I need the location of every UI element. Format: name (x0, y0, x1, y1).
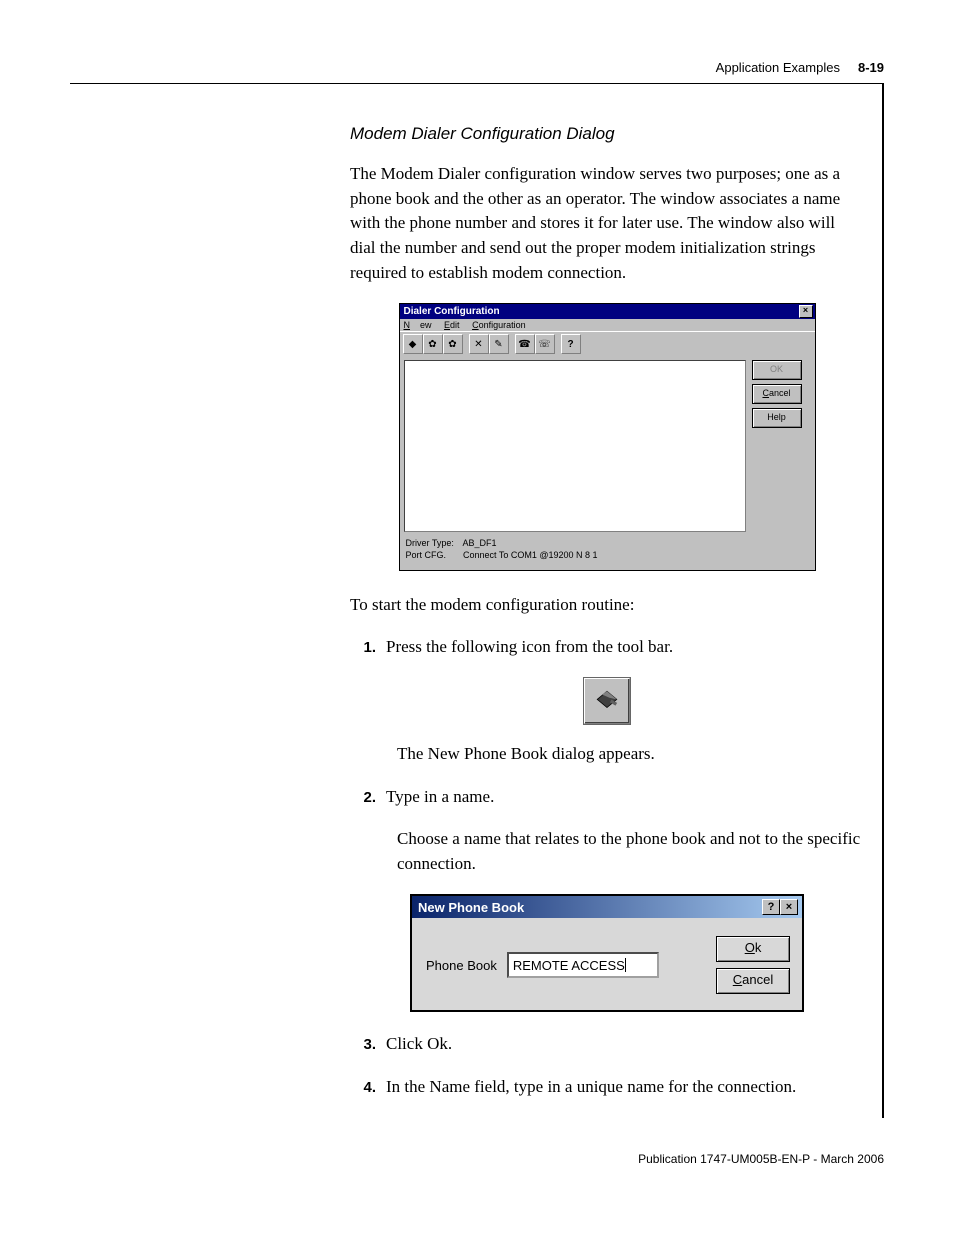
step-num-1: 1. (350, 635, 376, 660)
menu-configuration[interactable]: Configuration (472, 320, 526, 330)
port-cfg-value: Connect To COM1 @19200 N 8 1 (463, 550, 598, 560)
intro-paragraph: The Modem Dialer configuration window se… (350, 162, 864, 285)
phonebook-input-value: REMOTE ACCESS (513, 958, 625, 973)
toolbar-btn-delete[interactable]: ✕ (469, 334, 489, 354)
phonebook-ok-button[interactable]: Ok (716, 936, 790, 962)
dialer-title: Dialer Configuration (404, 306, 500, 317)
footer-publication: Publication 1747-UM005B-EN-P - March 200… (70, 1152, 884, 1166)
driver-type-label: Driver Type: (406, 538, 461, 550)
dialer-config-dialog: Dialer Configuration × New Edit Configur… (399, 303, 816, 570)
header-section: Application Examples (716, 60, 840, 75)
dialer-menubar: New Edit Configuration (400, 319, 815, 331)
step-num-4: 4. (350, 1075, 376, 1100)
phonebook-titlebar: New Phone Book ? × (412, 896, 802, 918)
dialer-statusbar: Driver Type: AB_DF1 Port CFG. Connect To… (400, 536, 815, 569)
close-icon[interactable]: × (799, 305, 813, 318)
toolbar-btn-7[interactable]: ☏ (535, 334, 555, 354)
dialer-listbox[interactable] (404, 360, 746, 532)
toolbar-btn-3[interactable]: ✿ (443, 334, 463, 354)
toolbar-btn-help[interactable]: ? (561, 334, 581, 354)
phonebook-label: Phone Book (426, 958, 497, 973)
toolbar-btn-5[interactable]: ✎ (489, 334, 509, 354)
section-subhead: Modem Dialer Configuration Dialog (350, 124, 864, 144)
close-icon[interactable]: × (780, 899, 798, 915)
port-cfg-label: Port CFG. (406, 550, 461, 562)
toolbar-btn-6[interactable]: ☎ (515, 334, 535, 354)
dialer-titlebar: Dialer Configuration × (400, 304, 815, 319)
phonebook-cancel-button[interactable]: Cancel (716, 968, 790, 994)
help-icon[interactable]: ? (762, 899, 780, 915)
menu-edit[interactable]: Edit (444, 320, 460, 330)
toolbar-btn-1[interactable]: ◆ (403, 334, 423, 354)
step-3-text: Click Ok. (386, 1032, 864, 1057)
new-phone-book-dialog: New Phone Book ? × Phone Book REMOTE ACC… (410, 894, 804, 1012)
cancel-button[interactable]: Cancel (752, 384, 802, 404)
step-4-text: In the Name field, type in a unique name… (386, 1075, 864, 1100)
phonebook-input[interactable]: REMOTE ACCESS (507, 952, 659, 978)
step-2-note: Choose a name that relates to the phone … (397, 827, 864, 876)
lead-text: To start the modem configuration routine… (350, 593, 864, 618)
step-num-3: 3. (350, 1032, 376, 1057)
step-1-result: The New Phone Book dialog appears. (397, 742, 864, 767)
phonebook-title: New Phone Book (418, 900, 524, 915)
driver-type-value: AB_DF1 (463, 538, 497, 548)
menu-new[interactable]: New (404, 320, 432, 330)
step-1-text: Press the following icon from the tool b… (386, 635, 864, 660)
header-pagenum: 8-19 (858, 60, 884, 75)
phone-diamond-icon (594, 688, 620, 714)
step-num-2: 2. (350, 785, 376, 810)
toolbar-btn-2[interactable]: ✿ (423, 334, 443, 354)
ok-button[interactable]: OK (752, 360, 802, 380)
toolbar-icon-figure (584, 678, 630, 724)
step-2-text: Type in a name. (386, 785, 864, 810)
dialer-toolbar: ◆ ✿ ✿ ✕ ✎ ☎ ☏ ? (400, 331, 815, 356)
help-button[interactable]: Help (752, 408, 802, 428)
